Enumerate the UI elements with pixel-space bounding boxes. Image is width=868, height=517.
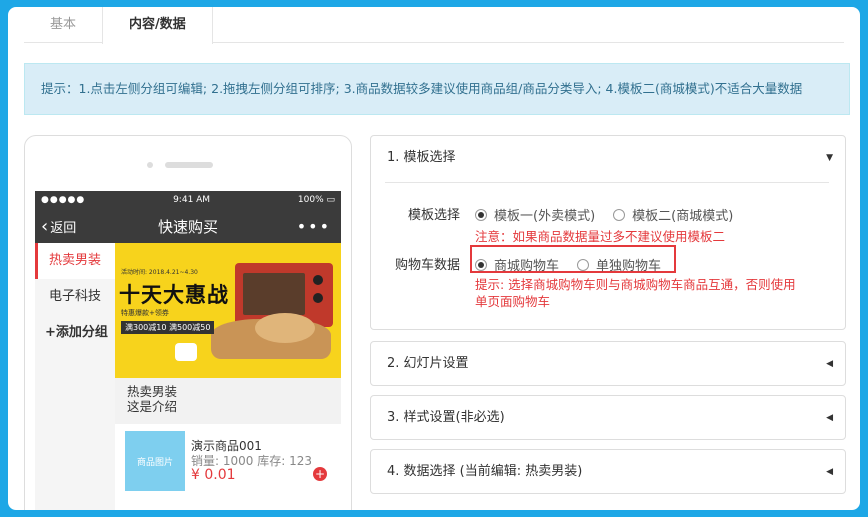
slideshow-panel-header[interactable]: 2. 幻灯片设置 ◀ <box>371 342 845 386</box>
product-item[interactable]: 商品图片 演示商品001 销量: 1000 库存: 123 ¥ 0.01 + <box>115 431 341 491</box>
caret-down-icon: ▼ <box>826 153 833 163</box>
phone-page-title: 快速购买 <box>157 217 218 236</box>
radio-dot <box>613 208 626 221</box>
back-label: 返回 <box>50 220 77 236</box>
caret-left-icon: ◀ <box>826 359 833 369</box>
tab-basic[interactable]: 基本 <box>24 7 102 43</box>
divider <box>385 182 829 183</box>
tip-banner: 提示：1.点击左侧分组可编辑; 2.拖拽左侧分组可排序; 3.商品数据较多建议使… <box>24 63 850 115</box>
oven-knob <box>313 275 323 285</box>
data-panel: 4. 数据选择 (当前编辑: 热卖男装) ◀ <box>370 449 846 494</box>
cart-hint: 提示: 选择商城购物车则与商城购物车商品互通，否则使用 单页面购物车 <box>475 276 796 310</box>
cart-mall-radio[interactable]: 商城购物车 <box>475 255 559 274</box>
cart-hint-line: 提示: 选择商城购物车则与商城购物车商品互通，否则使用 <box>475 277 796 292</box>
template-panel: 1. 模板选择 ▼ 模板选择 模板一(外卖模式) 模板二(商城模式) 注意：如果… <box>370 135 846 330</box>
signal-indicator: ●●●●● <box>41 195 86 205</box>
group-header: 热卖男装 这是介绍 <box>115 378 341 424</box>
template-note: 注意：如果商品数据量过多不建议使用模板二 <box>475 229 726 244</box>
product-price: ¥ 0.01 <box>191 467 236 483</box>
oven-window <box>243 273 305 315</box>
category-hot-menswear[interactable]: 热卖男装 <box>35 243 115 279</box>
group-description: 这是介绍 <box>127 399 178 414</box>
style-panel: 3. 样式设置(非必选) ◀ <box>370 395 846 440</box>
slideshow-panel: 2. 幻灯片设置 ◀ <box>370 341 846 386</box>
template-panel-title: 1. 模板选择 <box>387 150 456 165</box>
phone-navbar: ‹ 返回 快速购买 ••• <box>35 209 341 243</box>
cart-radio-group: 商城购物车 单独购物车 <box>475 255 661 274</box>
caret-left-icon: ◀ <box>826 467 833 477</box>
radio-dot <box>577 258 590 271</box>
banner-headline: 十天大惠战 <box>119 283 229 307</box>
tab-bar: 基本 内容/数据 <box>24 7 844 44</box>
add-group-button[interactable]: +添加分组 <box>35 315 115 351</box>
template-option-1-radio[interactable]: 模板一(外卖模式) <box>475 205 595 224</box>
toaster-image <box>175 343 197 361</box>
bread-image <box>255 313 315 343</box>
chevron-left-icon: ‹ <box>41 215 49 237</box>
category-sidebar: 热卖男装 电子科技 +添加分组 <box>35 243 115 510</box>
add-to-cart-icon[interactable]: + <box>313 467 327 481</box>
status-time: 9:41 AM <box>173 195 211 205</box>
group-title: 热卖男装 <box>127 384 178 399</box>
radio-dot <box>475 208 487 221</box>
promo-banner[interactable]: 活动时间: 2018.4.21~4.30 十天大惠战 特惠爆款+领券 满300减… <box>115 243 341 378</box>
radio-label: 商城购物车 <box>494 259 560 274</box>
data-panel-title: 4. 数据选择 (当前编辑: 热卖男装) <box>387 464 583 479</box>
battery-indicator: 100% ▭ <box>297 195 335 205</box>
template-radio-group: 模板一(外卖模式) 模板二(商城模式) <box>475 205 733 224</box>
cart-label: 购物车数据 <box>395 258 461 273</box>
data-panel-header[interactable]: 4. 数据选择 (当前编辑: 热卖男装) ◀ <box>371 450 845 494</box>
style-panel-header[interactable]: 3. 样式设置(非必选) ◀ <box>371 396 845 440</box>
tab-content-data[interactable]: 内容/数据 <box>102 7 213 44</box>
template-panel-header[interactable]: 1. 模板选择 ▼ <box>371 136 845 180</box>
oven-knob <box>313 293 323 303</box>
style-panel-title: 3. 样式设置(非必选) <box>387 410 505 425</box>
phone-camera <box>147 162 153 168</box>
banner-coupon: 满300减10 满500减50 <box>121 321 215 334</box>
phone-speaker <box>165 162 213 168</box>
cart-standalone-radio[interactable]: 单独购物车 <box>577 255 661 274</box>
radio-label: 模板二(商城模式) <box>632 209 734 224</box>
status-bar: ●●●●● 9:41 AM 100% ▭ <box>35 191 341 209</box>
phone-screen: ●●●●● 9:41 AM 100% ▭ ‹ 返回 快速购买 ••• 热卖男装 … <box>35 191 341 510</box>
main-frame: 基本 内容/数据 提示：1.点击左侧分组可编辑; 2.拖拽左侧分组可排序; 3.… <box>8 7 860 510</box>
slideshow-panel-title: 2. 幻灯片设置 <box>387 356 469 371</box>
radio-label: 单独购物车 <box>596 259 662 274</box>
radio-dot <box>475 258 487 271</box>
more-icon[interactable]: ••• <box>297 217 331 236</box>
template-label: 模板选择 <box>408 208 461 223</box>
caret-left-icon: ◀ <box>826 413 833 423</box>
category-electronics[interactable]: 电子科技 <box>35 279 115 315</box>
product-thumbnail: 商品图片 <box>125 431 185 491</box>
template-option-2-radio[interactable]: 模板二(商城模式) <box>613 205 733 224</box>
banner-subtitle: 特惠爆款+领券 <box>121 309 169 317</box>
banner-date: 活动时间: 2018.4.21~4.30 <box>121 269 198 276</box>
phone-preview: ●●●●● 9:41 AM 100% ▭ ‹ 返回 快速购买 ••• 热卖男装 … <box>24 135 352 510</box>
back-button[interactable]: ‹ 返回 <box>41 216 76 237</box>
radio-label: 模板一(外卖模式) <box>494 209 596 224</box>
cart-hint-line: 单页面购物车 <box>475 294 551 309</box>
